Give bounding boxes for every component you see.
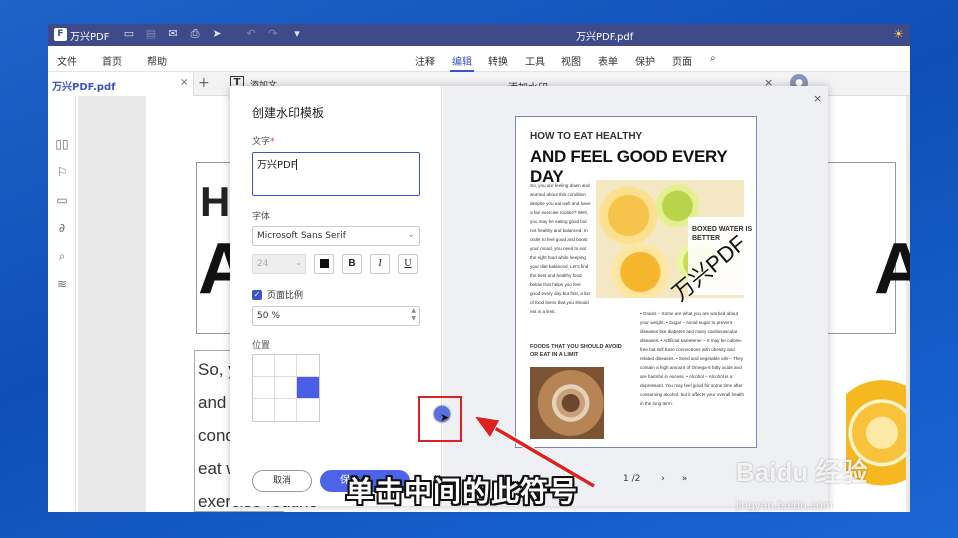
close-icon[interactable]: × — [813, 92, 822, 105]
position-cell-bottom-right[interactable] — [297, 399, 319, 421]
position-cell-bottom-left[interactable] — [253, 399, 275, 421]
watermark-text-input[interactable]: 万兴PDF — [252, 152, 420, 196]
redo-icon[interactable]: ↷ — [266, 27, 280, 41]
menu-edit[interactable]: 编辑 — [452, 53, 472, 68]
page-heading-tail: AY — [874, 229, 910, 309]
tutorial-caption: 单击中间的此符号 — [346, 475, 579, 508]
preview-text-column-1: So, you are feeling down and worried abo… — [530, 183, 591, 314]
text-label: 文字* — [252, 137, 275, 147]
position-cell-top-left[interactable] — [253, 355, 275, 377]
app-logo: F — [54, 28, 67, 41]
document-tab-label: 万兴PDF.pdf — [52, 82, 116, 93]
page-ratio-input[interactable]: 50 % ▲ ▼ — [252, 306, 420, 326]
italic-button[interactable]: I — [370, 254, 390, 274]
position-cell-top-center[interactable] — [275, 355, 297, 377]
position-label: 位置 — [252, 341, 271, 351]
preview-heading-1: HOW TO EAT HEALTHY — [530, 131, 643, 142]
position-cell-bottom-center[interactable] — [275, 399, 297, 421]
page-ratio-value: 50 % — [257, 311, 280, 321]
position-cell-middle-right[interactable] — [297, 377, 319, 399]
chevron-down-icon: ⌄ — [295, 258, 302, 267]
baidu-watermark-logo: Baidu 经验 — [736, 457, 868, 487]
font-value: Microsoft Sans Serif — [257, 231, 346, 241]
preview-text-column-2: • Grains – Some are what you are worried… — [640, 311, 745, 406]
fruit-image — [846, 380, 906, 512]
menu-convert[interactable]: 转换 — [488, 53, 508, 68]
attachment-icon[interactable]: ∂ — [54, 220, 70, 236]
left-sidebar: ▯▯ ⚐ ▭ ∂ ⌕ ≋ — [48, 96, 76, 512]
thumbnail-icon[interactable]: ▯▯ — [54, 136, 70, 152]
menu-home[interactable]: 首页 — [102, 53, 122, 68]
menu-annotate[interactable]: 注释 — [415, 53, 435, 68]
mail-icon[interactable]: ✉ — [166, 27, 180, 41]
position-cell-top-right[interactable] — [297, 355, 319, 377]
layers-icon[interactable]: ≋ — [54, 276, 70, 292]
font-size-value: 24 — [257, 259, 269, 269]
search-icon[interactable]: ⌕ — [710, 53, 716, 64]
font-color-button[interactable] — [314, 254, 334, 274]
document-tab[interactable]: 万兴PDF.pdf × — [48, 72, 194, 96]
bold-button[interactable]: B — [342, 254, 362, 274]
menu-file[interactable]: 文件 — [57, 53, 77, 68]
tab-close-icon[interactable]: × — [180, 77, 188, 88]
search-icon[interactable]: ⌕ — [54, 248, 70, 264]
menu-view[interactable]: 视图 — [561, 53, 581, 68]
page-indicator: 1 /2 — [623, 474, 641, 484]
position-cell-center[interactable] — [275, 377, 297, 399]
font-label: 字体 — [252, 212, 271, 222]
menu-bar: 文件 首页 帮助 注释 编辑 转换 工具 视图 表单 保护 页面 ⌕ — [48, 46, 910, 72]
document-title: 万兴PDF.pdf — [576, 32, 634, 43]
preview-pager: 1 /2 › » — [623, 474, 687, 484]
print-icon[interactable]: ⎙ — [188, 27, 202, 41]
form-panel: 创建水印模板 文字* 万兴PDF 字体 Microsoft Sans Serif… — [230, 86, 442, 506]
watermark-text-value: 万兴PDF — [257, 160, 297, 171]
menu-form[interactable]: 表单 — [598, 53, 618, 68]
spinner-icon[interactable]: ▲ ▼ — [411, 307, 416, 323]
new-tab-icon[interactable]: + — [198, 75, 210, 91]
app-name: 万兴PDF — [70, 32, 110, 43]
baidu-watermark-url: jingyan.baidu.com — [736, 498, 833, 512]
page-ratio-label: 页面比例 — [267, 291, 304, 301]
undo-icon[interactable]: ↶ — [244, 27, 258, 41]
bookmark-icon[interactable]: ⚐ — [54, 164, 70, 180]
last-page-icon[interactable]: » — [682, 474, 688, 484]
chevron-down-icon: ⌄ — [407, 230, 415, 240]
next-page-icon[interactable]: › — [661, 474, 665, 484]
page-ratio-checkbox[interactable]: ✓ — [252, 290, 262, 300]
share-icon[interactable]: ➤ — [210, 27, 224, 41]
underline-button[interactable]: U — [398, 254, 418, 274]
comment-icon[interactable]: ▭ — [54, 192, 70, 208]
menu-help[interactable]: 帮助 — [147, 53, 167, 68]
font-size-select[interactable]: 24 ⌄ — [252, 254, 306, 274]
theme-icon[interactable]: ☀ — [893, 27, 904, 41]
position-cell-middle-left[interactable] — [253, 377, 275, 399]
cancel-button[interactable]: 取消 — [252, 470, 312, 492]
form-title: 创建水印模板 — [252, 106, 325, 120]
menu-tools[interactable]: 工具 — [525, 53, 545, 68]
preview-subheading: FOODS THAT YOU SHOULD AVOID OR EAT IN A … — [530, 344, 622, 358]
save-icon[interactable]: ▤ — [144, 27, 158, 41]
menu-protect[interactable]: 保护 — [635, 53, 655, 68]
position-grid — [252, 354, 320, 422]
title-bar: F 万兴PDF ▭ ▤ ✉ ⎙ ➤ ↶ ↷ ▾ 万兴PDF.pdf ☀ — [48, 24, 910, 46]
cursor-icon: ➤ — [440, 411, 450, 424]
font-select[interactable]: Microsoft Sans Serif ⌄ — [252, 226, 420, 246]
folder-icon[interactable]: ▭ — [122, 27, 136, 41]
quick-access-icon[interactable]: ▾ — [290, 27, 304, 41]
preview-page: HOW TO EAT HEALTHY AND FEEL GOOD EVERY D… — [515, 116, 757, 448]
menu-page[interactable]: 页面 — [672, 53, 692, 68]
